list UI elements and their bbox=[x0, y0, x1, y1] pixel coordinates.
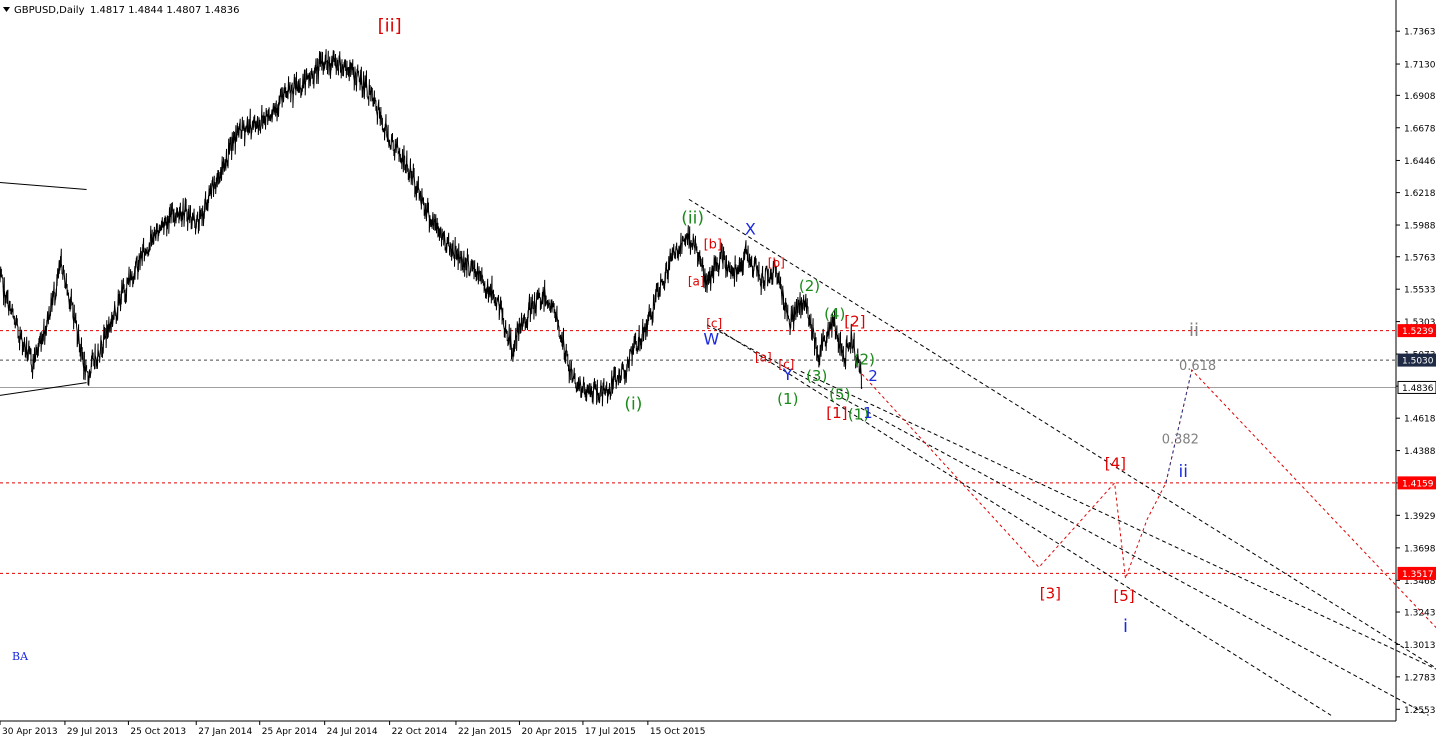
wave-label-22: 1 bbox=[863, 404, 873, 422]
wave-label-18: [1] bbox=[826, 404, 847, 422]
x-tick-label-0: 30 Apr 2013 bbox=[2, 727, 58, 737]
wave-label-23: [3] bbox=[1040, 584, 1061, 602]
chart-svg[interactable]: [ii](ii)(i)XWY[b][a][b][c][a] [c][2](2)(4… bbox=[0, 0, 1436, 742]
wave-label-11: [c] bbox=[778, 358, 794, 372]
wave-label-28: 0.382 bbox=[1162, 432, 1199, 447]
wave-label-21: 2 bbox=[868, 367, 878, 385]
wave-label-14: (4) bbox=[824, 305, 845, 323]
wave-label-7: [a] bbox=[688, 274, 705, 288]
y-tick-label-21: 1.2553 bbox=[1404, 706, 1436, 716]
y-tick-label-15: 1.3929 bbox=[1404, 512, 1436, 522]
wave-label-29: ii bbox=[1189, 320, 1199, 341]
wave-label-3: X bbox=[745, 220, 756, 239]
wave-label-0: [ii] bbox=[378, 16, 402, 37]
y-tick-label-20: 1.2783 bbox=[1404, 673, 1436, 683]
x-tick-label-4: 25 Apr 2014 bbox=[262, 727, 318, 737]
wave-label-9: [c] bbox=[706, 317, 722, 331]
y-tick-label-13: 1.4388 bbox=[1404, 447, 1436, 457]
x-tick-label-6: 22 Oct 2014 bbox=[392, 727, 448, 737]
y-tick-label-7: 1.5763 bbox=[1404, 253, 1436, 263]
wave-label-26: i bbox=[1123, 616, 1128, 637]
y-tick-label-8: 1.5533 bbox=[1404, 286, 1436, 296]
wave-label-16: (1) bbox=[777, 390, 798, 408]
wave-label-8: [b] bbox=[768, 256, 785, 270]
level-tag-4: 1.3517 bbox=[1402, 570, 1434, 580]
y-tick-label-3: 1.6678 bbox=[1404, 124, 1436, 134]
y-tick-label-6: 1.5988 bbox=[1404, 222, 1436, 232]
x-tick-label-7: 22 Jan 2015 bbox=[458, 727, 512, 737]
wave-label-2: (i) bbox=[624, 394, 642, 414]
y-tick-label-2: 1.6908 bbox=[1404, 92, 1436, 102]
wave-label-25: [5] bbox=[1113, 587, 1134, 605]
y-tick-label-16: 1.3698 bbox=[1404, 544, 1436, 554]
ohlc-values: 1.4817 1.4844 1.4807 1.4836 bbox=[90, 5, 240, 16]
y-tick-label-19: 1.3013 bbox=[1404, 641, 1436, 651]
symbol-label: GBPUSD,Daily bbox=[14, 5, 85, 16]
x-tick-label-8: 20 Apr 2015 bbox=[521, 727, 577, 737]
x-tick-label-3: 27 Jan 2014 bbox=[198, 727, 252, 737]
x-tick-label-5: 24 Jul 2014 bbox=[327, 727, 378, 737]
chart-background bbox=[0, 0, 1436, 742]
y-tick-label-12: 1.4618 bbox=[1404, 415, 1436, 425]
price-chart[interactable]: [ii] (ii) (i) X W Y [b] [a] [b] [c] [a] [c] [2] (2) (4… bbox=[0, 0, 1436, 742]
y-tick-label-4: 1.6446 bbox=[1404, 157, 1436, 167]
wave-label-27: ii bbox=[1178, 462, 1187, 482]
wave-label-10: [a] bbox=[755, 351, 772, 365]
level-tag-0: 1.5239 bbox=[1402, 327, 1434, 337]
y-tick-label-1: 1.7130 bbox=[1404, 61, 1436, 71]
y-tick-label-5: 1.6218 bbox=[1404, 189, 1436, 199]
wave-label-15: (3) bbox=[806, 367, 827, 385]
x-tick-label-10: 15 Oct 2015 bbox=[650, 727, 706, 737]
wave-label-30: 0.618 bbox=[1179, 359, 1216, 374]
x-tick-label-9: 17 Jul 2015 bbox=[585, 727, 636, 737]
level-tag-2: 1.4836 bbox=[1402, 384, 1434, 394]
y-tick-label-18: 1.3243 bbox=[1404, 609, 1436, 619]
wave-label-1: (ii) bbox=[681, 208, 704, 228]
wave-label-13: (2) bbox=[799, 277, 820, 295]
y-tick-label-0: 1.7363 bbox=[1404, 28, 1436, 38]
wave-label-20: (2) bbox=[854, 350, 875, 368]
x-tick-label-2: 25 Oct 2013 bbox=[130, 727, 186, 737]
wave-label-12: [2] bbox=[844, 312, 865, 330]
level-tag-1: 1.5030 bbox=[1402, 357, 1434, 367]
wave-label-24: [4] bbox=[1105, 455, 1126, 473]
wave-label-4: W bbox=[703, 330, 719, 349]
wave-label-17: (5) bbox=[829, 386, 850, 404]
wave-label-6: [b] bbox=[704, 238, 722, 253]
watermark-text: BA bbox=[12, 650, 29, 663]
x-tick-label-1: 29 Jul 2013 bbox=[67, 727, 118, 737]
level-tag-3: 1.4159 bbox=[1402, 479, 1434, 489]
